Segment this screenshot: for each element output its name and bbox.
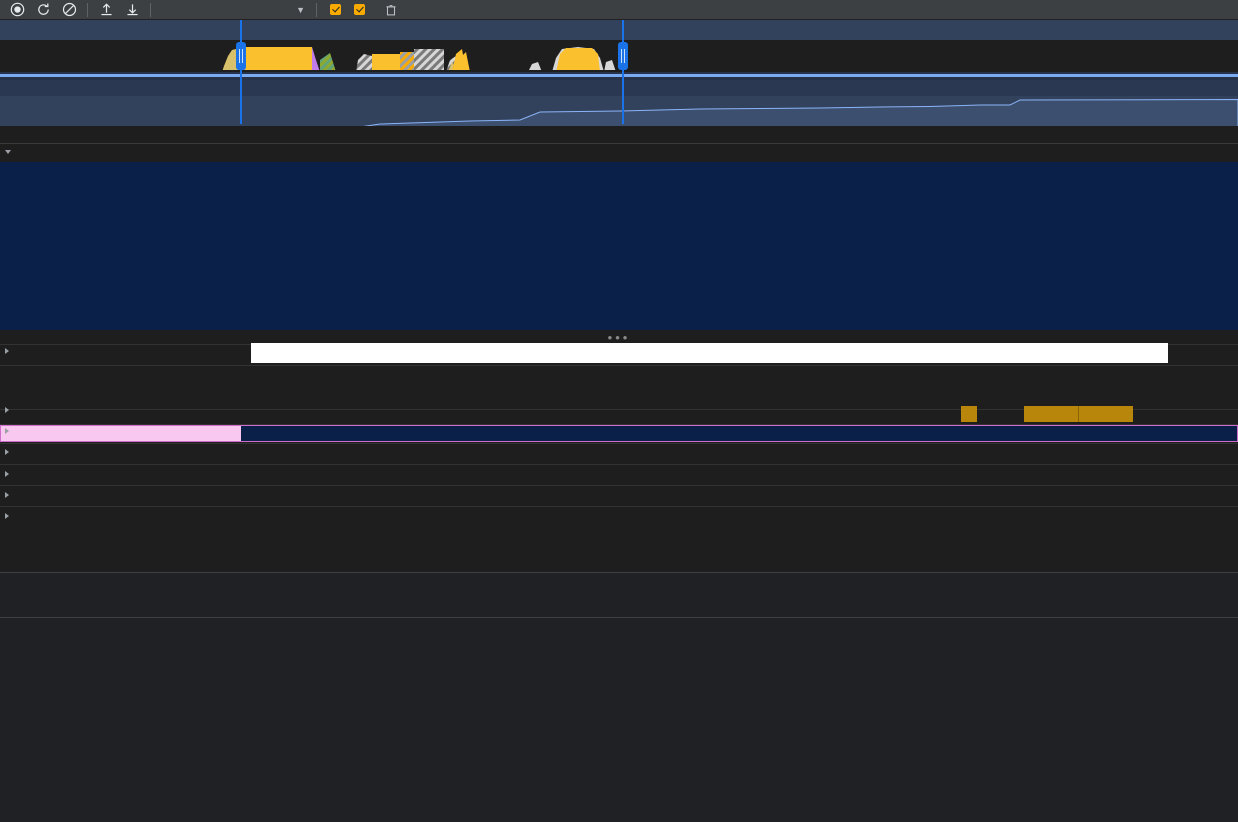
save-profile-icon[interactable]	[119, 1, 145, 19]
clear-icon[interactable]	[56, 1, 82, 19]
overview-window-right-line	[622, 20, 624, 124]
gpu-events[interactable]	[0, 509, 1238, 527]
performance-toolbar: ▼	[0, 0, 1238, 20]
main-track-label[interactable]	[5, 428, 14, 434]
interaction-event[interactable]	[961, 406, 977, 422]
overview-window-left-line	[240, 20, 242, 124]
toolbar-divider-2	[150, 3, 151, 17]
chevron-down-icon	[5, 150, 11, 157]
thread-pool-events[interactable]	[0, 446, 1238, 464]
toolbar-divider	[87, 3, 88, 17]
network-requests[interactable]	[0, 162, 1238, 330]
range-label	[0, 618, 1238, 633]
chevron-right-icon	[5, 513, 9, 519]
child-io-events[interactable]	[0, 467, 1238, 485]
timeline-ruler	[0, 126, 1238, 144]
donut-center-label	[8, 639, 128, 759]
chevron-down-icon: ▼	[296, 5, 305, 15]
profile-select[interactable]: ▼	[156, 1, 311, 19]
network-group-header[interactable]	[0, 144, 15, 162]
interactions-events[interactable]	[0, 403, 1238, 423]
overview-right-handle[interactable]	[618, 42, 628, 70]
memory-counters-legend[interactable]	[0, 573, 1238, 592]
compositor-track-label[interactable]	[5, 492, 14, 498]
compositor-events[interactable]	[0, 488, 1238, 506]
record-icon[interactable]	[4, 1, 30, 19]
checkbox-icon	[354, 4, 365, 15]
chevron-right-icon	[5, 449, 9, 455]
chevron-right-icon	[5, 407, 9, 413]
interactions-track-label[interactable]	[5, 407, 14, 413]
load-profile-icon[interactable]	[93, 1, 119, 19]
toolbar-divider-3	[316, 3, 317, 17]
activity-donut-chart[interactable]	[8, 639, 128, 759]
thread-pool-track-label[interactable]	[5, 449, 14, 455]
screenshots-checkbox[interactable]	[330, 4, 346, 15]
memory-overview-chart	[0, 96, 1238, 128]
chevron-right-icon	[5, 428, 9, 434]
checkbox-icon	[330, 4, 341, 15]
overview-network-chart	[0, 72, 1238, 80]
child-io-track-label[interactable]	[5, 471, 14, 477]
memory-checkbox[interactable]	[354, 4, 370, 15]
summary-view	[0, 633, 1238, 759]
main-thread-events[interactable]	[0, 426, 1238, 442]
chevron-right-icon	[5, 471, 9, 477]
chevron-right-icon	[5, 348, 9, 354]
gpu-track-label[interactable]	[5, 513, 14, 519]
trash-icon[interactable]	[378, 1, 404, 19]
chevron-right-icon	[5, 492, 9, 498]
overview-ruler	[0, 20, 1238, 40]
frames-strip[interactable]	[251, 343, 1168, 363]
timeline-flame-chart[interactable]: •••	[0, 144, 1238, 572]
details-panel	[0, 572, 1238, 822]
interaction-divider	[1078, 406, 1079, 422]
frames-track-label[interactable]	[5, 348, 14, 354]
reload-record-icon[interactable]	[30, 1, 56, 19]
overview-left-handle[interactable]	[236, 42, 246, 70]
devtools-performance-panel: ▼	[0, 0, 1238, 822]
details-tabs[interactable]	[0, 592, 1238, 618]
